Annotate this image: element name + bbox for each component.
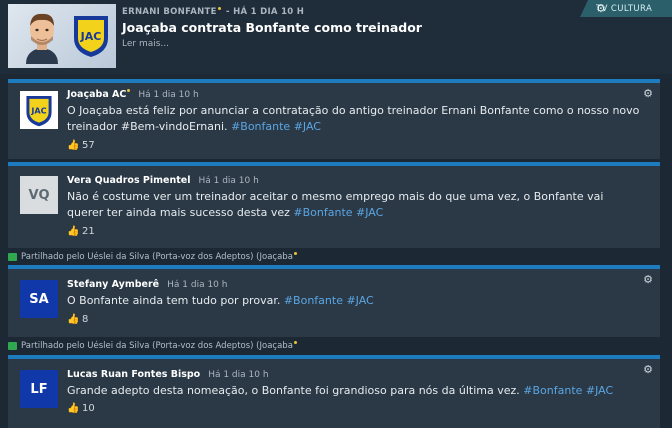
news-meta: ERNANI BONFANTE - HÁ 1 DIA 10 H [122,7,305,17]
repost-icon [8,341,17,350]
likes[interactable]: 👍 57 [67,140,95,151]
likes[interactable]: 👍 21 [67,226,95,237]
author-name[interactable]: Lucas Ruan Fontes Bispo [67,369,200,380]
avatar[interactable]: VQ [20,176,58,214]
news-time: HÁ 1 DIA 10 H [233,7,305,17]
club-crest-icon: JAC [74,16,108,57]
avatar-initials: VQ [28,187,50,203]
post-author[interactable]: Joaçaba AC Há 1 dia 10 h [67,89,199,100]
post-time: Há 1 dia 10 h [167,280,228,290]
avatar-text: JAC [30,106,46,116]
post-card[interactable]: VQ Vera Quadros Pimentel Há 1 dia 10 h Nã… [8,162,660,248]
thumbs-up-icon: 👍 [67,403,80,414]
news-image[interactable]: JAC [8,4,116,68]
gear-icon[interactable]: ⚙ [643,363,653,376]
post-text-content: O Bonfante ainda tem tudo por provar. [67,294,281,307]
shared-by[interactable]: Partilhado pelo Uéslei da Silva (Porta-v… [8,341,297,351]
post-text-content: O Joaçaba está feliz por anunciar a cont… [67,104,640,133]
post-text-content: Grande adepto desta nomeação, o Bonfante… [67,384,520,397]
thumbs-up-icon: 👍 [67,140,80,151]
likes-count: 21 [82,226,95,237]
likes[interactable]: 👍 10 [67,403,95,414]
gear-icon[interactable]: ⚙ [596,2,666,15]
thumbs-up-icon: 👍 [67,226,80,237]
crest-text: JAC [80,30,102,43]
shared-by-text: Partilhado pelo Uéslei da Silva (Porta-v… [21,252,293,262]
author-name[interactable]: Joaçaba AC [67,89,126,100]
post-time: Há 1 dia 10 h [138,90,199,100]
hashtags[interactable]: #Bonfante #JAC [231,120,321,133]
post-time: Há 1 dia 10 h [198,176,259,186]
avatar[interactable]: JAC [20,91,58,129]
post-author[interactable]: Lucas Ruan Fontes Bispo Há 1 dia 10 h [67,369,269,380]
post-text: Grande adepto desta nomeação, o Bonfante… [67,383,642,399]
read-more-link[interactable]: Ler mais... [122,39,169,49]
author-name[interactable]: Stefany Aymberê [67,279,159,290]
hashtags[interactable]: #Bonfante #JAC [293,206,383,219]
news-header[interactable]: JAC ERNANI BONFANTE - HÁ 1 DIA 10 H Joaç… [0,0,672,74]
channel-tab[interactable]: TV CULTURA ⚙ [580,0,672,17]
post-card[interactable]: LF Lucas Ruan Fontes Bispo Há 1 dia 10 h … [8,355,660,428]
likes-count: 10 [82,403,95,414]
likes[interactable]: 👍 8 [67,314,88,325]
shared-by-text: Partilhado pelo Uéslei da Silva (Porta-v… [21,341,293,351]
post-text: O Bonfante ainda tem tudo por provar. #B… [67,293,642,309]
manager-portrait-icon [26,13,58,64]
gear-icon[interactable]: ⚙ [643,87,653,100]
avatar[interactable]: LF [20,370,58,408]
avatar-initials: SA [29,291,49,307]
likes-count: 57 [82,140,95,151]
club-crest-icon: JAC [26,95,52,127]
post-card[interactable]: SA Stefany Aymberê Há 1 dia 10 h O Bonfan… [8,265,660,337]
repost-icon [8,252,17,261]
star-dot-icon [293,341,297,344]
news-author[interactable]: ERNANI BONFANTE [122,7,217,17]
post-text: Não é costume ver um treinador aceitar o… [67,189,642,221]
post-author[interactable]: Stefany Aymberê Há 1 dia 10 h [67,279,227,290]
avatar-initials: LF [30,381,48,397]
gear-icon[interactable]: ⚙ [643,273,653,286]
shared-by[interactable]: Partilhado pelo Uéslei da Silva (Porta-v… [8,252,297,262]
post-card[interactable]: JAC Joaçaba AC Há 1 dia 10 h O Joaçaba es… [8,79,660,159]
hashtags[interactable]: #Bonfante #JAC [284,294,374,307]
post-author[interactable]: Vera Quadros Pimentel Há 1 dia 10 h [67,175,259,186]
author-name[interactable]: Vera Quadros Pimentel [67,175,190,186]
star-dot-icon [127,89,131,92]
post-text: O Joaçaba está feliz por anunciar a cont… [67,103,642,135]
star-dot-icon [217,7,221,10]
thumbs-up-icon: 👍 [67,314,80,325]
post-time: Há 1 dia 10 h [208,370,269,380]
hashtags[interactable]: #Bonfante #JAC [523,384,613,397]
news-title[interactable]: Joaçaba contrata Bonfante como treinador [122,20,422,35]
avatar[interactable]: SA [20,280,58,318]
star-dot-icon [293,252,297,255]
likes-count: 8 [82,314,89,325]
